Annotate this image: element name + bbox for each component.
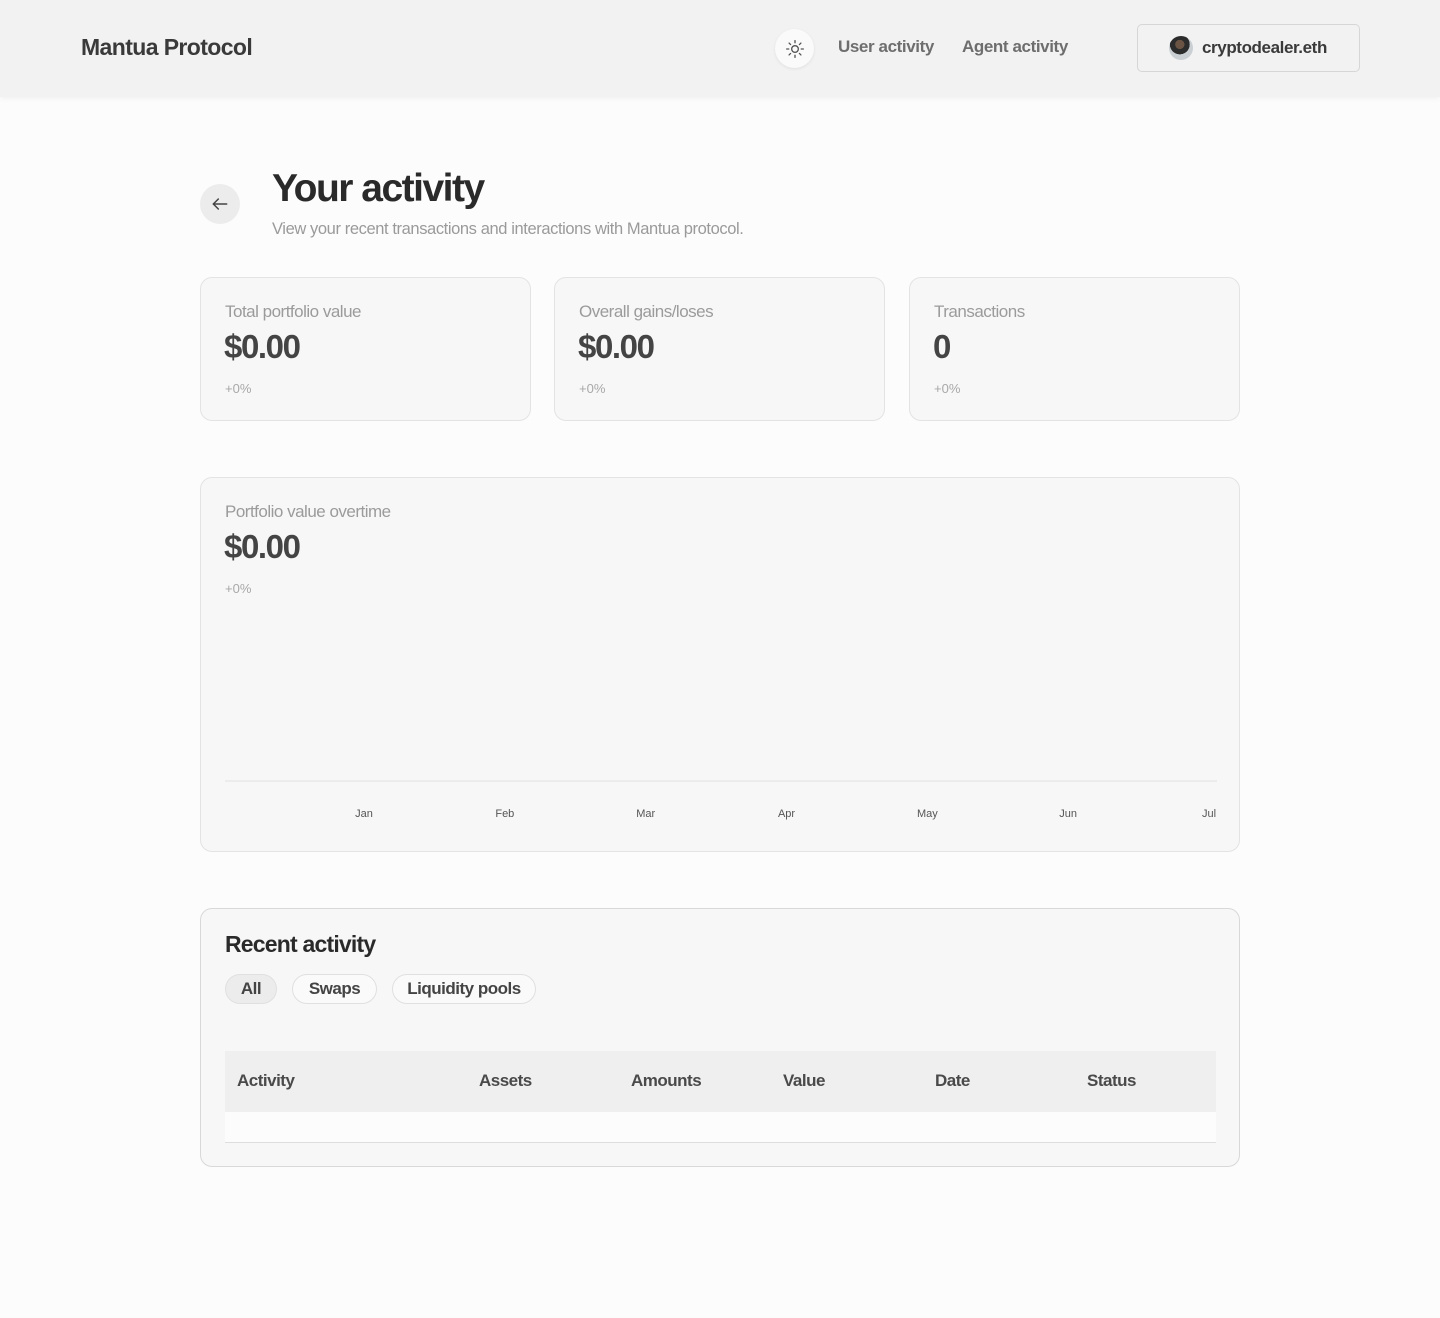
nav-user-activity[interactable]: User activity bbox=[838, 37, 934, 57]
stat-value: $0.00 bbox=[578, 328, 655, 365]
stat-change: +0% bbox=[934, 381, 961, 396]
column-header-date[interactable]: Date bbox=[935, 1071, 970, 1091]
stat-label: Transactions bbox=[934, 302, 1025, 321]
x-tick-label: May bbox=[917, 808, 938, 820]
activity-table-header: Activity Assets Amounts Value Date Statu… bbox=[225, 1051, 1216, 1112]
column-header-status[interactable]: Status bbox=[1087, 1071, 1136, 1091]
filter-swaps[interactable]: Swaps bbox=[292, 974, 377, 1004]
stat-value: $0.00 bbox=[224, 328, 301, 365]
stat-change: +0% bbox=[579, 381, 606, 396]
stat-label: Total portfolio value bbox=[225, 302, 361, 321]
sun-icon bbox=[785, 39, 804, 58]
column-header-activity[interactable]: Activity bbox=[237, 1071, 295, 1091]
back-button[interactable] bbox=[200, 184, 240, 224]
column-header-assets[interactable]: Assets bbox=[479, 1071, 532, 1091]
portfolio-chart-card: Portfolio value overtime $0.00 +0% Jan Fe… bbox=[200, 477, 1240, 852]
filter-all[interactable]: All bbox=[225, 974, 277, 1004]
x-tick-label: Jan bbox=[355, 808, 373, 820]
brand-logo-text[interactable]: Mantua Protocol bbox=[81, 34, 253, 61]
recent-activity-title: Recent activity bbox=[225, 931, 376, 957]
x-tick-label: Apr bbox=[778, 808, 795, 820]
wallet-account-button[interactable]: cryptodealer.eth bbox=[1137, 24, 1360, 72]
column-header-amounts[interactable]: Amounts bbox=[631, 1071, 702, 1091]
x-tick-label: Mar bbox=[636, 808, 655, 820]
theme-toggle-button[interactable] bbox=[775, 29, 814, 68]
recent-activity-card: Recent activity All Swaps Liquidity pool… bbox=[200, 908, 1240, 1167]
wallet-name: cryptodealer.eth bbox=[1202, 38, 1327, 57]
filter-liquidity-pools[interactable]: Liquidity pools bbox=[392, 974, 536, 1004]
page-title: Your activity bbox=[272, 167, 485, 210]
stat-card-portfolio-value: Total portfolio value $0.00 +0% bbox=[200, 277, 531, 421]
page-subtitle: View your recent transactions and intera… bbox=[272, 220, 744, 238]
stat-value: 0 bbox=[933, 328, 951, 365]
top-navigation-bar: Mantua Protocol User activity Agent acti… bbox=[0, 0, 1440, 97]
x-tick-label: Jul bbox=[1202, 808, 1216, 820]
stat-card-gains-loses: Overall gains/loses $0.00 +0% bbox=[554, 277, 885, 421]
stat-change: +0% bbox=[225, 381, 252, 396]
x-tick-label: Feb bbox=[495, 808, 514, 820]
x-tick-label: Jun bbox=[1059, 808, 1077, 820]
nav-agent-activity[interactable]: Agent activity bbox=[962, 37, 1068, 57]
activity-table-body bbox=[225, 1112, 1216, 1143]
column-header-value[interactable]: Value bbox=[783, 1071, 825, 1091]
avatar bbox=[1169, 36, 1193, 60]
portfolio-chart: Jan Feb Mar Apr May Jun Jul bbox=[225, 780, 1217, 820]
stat-label: Overall gains/loses bbox=[579, 302, 714, 321]
arrow-left-icon bbox=[212, 198, 228, 210]
stat-card-transactions: Transactions 0 +0% bbox=[909, 277, 1240, 421]
